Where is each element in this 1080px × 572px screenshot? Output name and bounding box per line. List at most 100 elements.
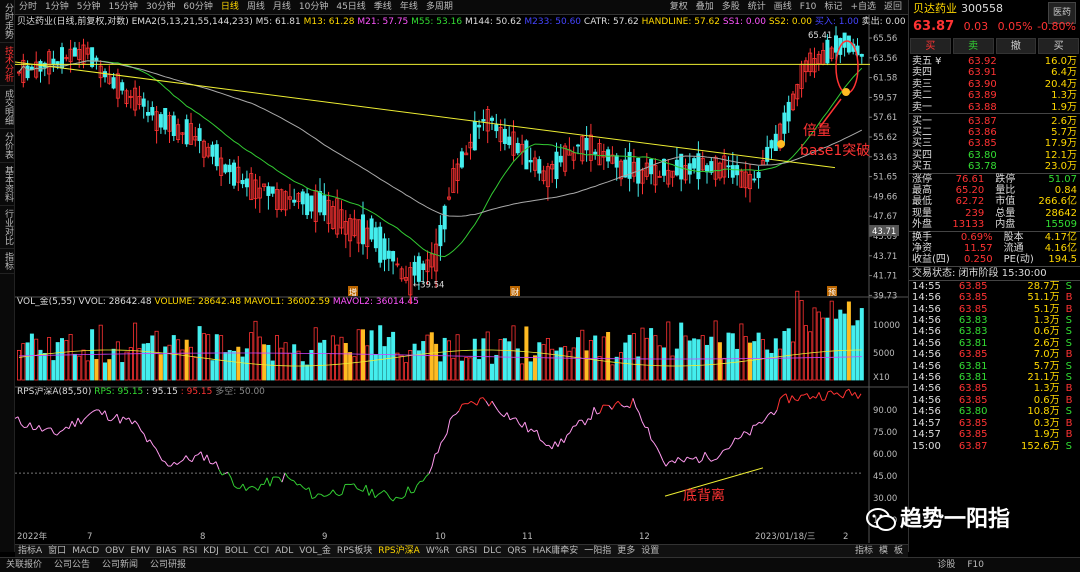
tick-time: 14:56 xyxy=(912,406,941,418)
status-link-2[interactable]: 公司新闻 xyxy=(96,558,144,572)
period-tab-3[interactable]: 15分钟 xyxy=(104,0,141,14)
indicator-tab-14[interactable]: W%R xyxy=(423,545,453,557)
indicator-tab-19[interactable]: 一阳指 xyxy=(581,545,614,557)
indicator-tab-5[interactable]: BIAS xyxy=(153,545,180,557)
tool-button-8[interactable]: 返回 xyxy=(880,0,906,14)
period-tab-10[interactable]: 45日线 xyxy=(332,0,369,14)
status-right-1[interactable]: F10 xyxy=(961,558,990,572)
left-tab-6[interactable]: 指标 xyxy=(0,249,15,274)
bid-row[interactable]: 买二 63.86 5.7万 xyxy=(909,127,1080,138)
rps-segment xyxy=(608,405,613,410)
rps-segment xyxy=(362,484,367,492)
rps-segment xyxy=(179,459,184,463)
tool-button-5[interactable]: F10 xyxy=(796,0,821,14)
bottom-tool-2[interactable]: 板 xyxy=(891,545,906,557)
left-tab-1[interactable]: 技术分析 xyxy=(0,43,15,86)
indicator-tab-18[interactable]: HAK庸牵安 xyxy=(529,545,581,557)
left-tab-2[interactable]: 成交明细 xyxy=(0,86,15,129)
status-link-3[interactable]: 公司研报 xyxy=(144,558,192,572)
ask-row[interactable]: 卖三 63.90 20.4万 xyxy=(909,79,1080,90)
indicator-tab-8[interactable]: BOLL xyxy=(222,545,251,557)
rps-segment xyxy=(563,434,568,443)
ask-row[interactable]: 卖二 63.89 1.3万 xyxy=(909,90,1080,101)
period-tab-8[interactable]: 月线 xyxy=(269,0,295,14)
tool-button-0[interactable]: 复权 xyxy=(666,0,692,14)
indicator-tab-6[interactable]: RSI xyxy=(180,545,201,557)
indicator-tab-0[interactable]: 指标A xyxy=(15,545,45,557)
bid-row[interactable]: 买一 63.87 2.6万 xyxy=(909,116,1080,127)
indicator-tab-17[interactable]: QRS xyxy=(504,545,529,557)
period-tab-9[interactable]: 10分钟 xyxy=(295,0,332,14)
period-tab-0[interactable]: 分时 xyxy=(15,0,41,14)
status-link-0[interactable]: 关联报价 xyxy=(0,558,48,572)
period-tab-5[interactable]: 60分钟 xyxy=(179,0,216,14)
indicator-tab-4[interactable]: EMV xyxy=(127,545,153,557)
period-tab-2[interactable]: 5分钟 xyxy=(73,0,105,14)
period-tab-7[interactable]: 周线 xyxy=(243,0,269,14)
candle-body xyxy=(412,261,417,276)
cancel-button[interactable]: 撤 xyxy=(995,38,1037,54)
bottom-tool-1[interactable]: 模 xyxy=(876,545,891,557)
tick-row: 14:57 63.85 0.3万 B xyxy=(909,418,1080,429)
period-tab-4[interactable]: 30分钟 xyxy=(142,0,179,14)
period-tab-6[interactable]: 日线 xyxy=(217,0,243,14)
volume-bar xyxy=(477,359,482,381)
indicator-tab-1[interactable]: 窗口 xyxy=(45,545,69,557)
status-right-0[interactable]: 诊股 xyxy=(931,558,961,572)
ask-row[interactable]: 卖四 63.91 6.4万 xyxy=(909,67,1080,78)
candle-body xyxy=(51,58,56,65)
candle-body xyxy=(322,195,327,216)
tool-button-2[interactable]: 多股 xyxy=(718,0,744,14)
indicator-tab-7[interactable]: KDJ xyxy=(200,545,222,557)
period-tab-11[interactable]: 季线 xyxy=(370,0,396,14)
left-tab-3[interactable]: 分价表 xyxy=(0,129,15,163)
indicator-tab-20[interactable]: 更多 xyxy=(614,545,638,557)
ask-row[interactable]: 卖一 63.88 1.9万 xyxy=(909,102,1080,114)
quick-buy-button[interactable]: 买 xyxy=(1038,38,1079,54)
indicator-tab-16[interactable]: DLC xyxy=(480,545,504,557)
bid-row[interactable]: 买四 63.80 12.1万 xyxy=(909,150,1080,161)
indicator-tab-9[interactable]: CCI xyxy=(251,545,272,557)
ask-volume: 6.4万 xyxy=(1051,67,1077,79)
tool-button-1[interactable]: 叠加 xyxy=(692,0,718,14)
bid-label: 买三 xyxy=(912,138,932,150)
indicator-tab-13[interactable]: RPS沪深A xyxy=(375,545,423,557)
left-tab-4[interactable]: 基本资料 xyxy=(0,163,15,206)
tool-button-7[interactable]: +自选 xyxy=(846,0,880,14)
price-marker-label: 43.71 xyxy=(872,227,896,237)
volume-bar xyxy=(330,335,335,381)
ask-row[interactable]: 卖五 ¥ 63.92 16.0万 xyxy=(909,56,1080,67)
candle-body xyxy=(292,199,297,203)
period-tab-12[interactable]: 年线 xyxy=(396,0,422,14)
period-tab-13[interactable]: 多周期 xyxy=(422,0,457,14)
indicator-tab-2[interactable]: MACD xyxy=(69,545,102,557)
tool-button-6[interactable]: 标记 xyxy=(820,0,846,14)
indicator-tab-15[interactable]: GRSI xyxy=(453,545,481,557)
indicator-tab-3[interactable]: OBV xyxy=(102,545,127,557)
period-tab-1[interactable]: 1分钟 xyxy=(41,0,73,14)
price-tick-label: 59.57 xyxy=(873,93,897,103)
buy-button[interactable]: 买 xyxy=(910,38,951,54)
indicator-tab-21[interactable]: 设置 xyxy=(638,545,662,557)
rps-segment xyxy=(830,390,835,395)
bid-row[interactable]: 买三 63.85 17.9万 xyxy=(909,138,1080,149)
tool-button-3[interactable]: 统计 xyxy=(744,0,770,14)
rps-segment xyxy=(509,417,514,421)
sell-button[interactable]: 卖 xyxy=(952,38,994,54)
status-link-1[interactable]: 公司公告 xyxy=(48,558,96,572)
volume-bar xyxy=(214,334,219,381)
indicator-tab-10[interactable]: ADL xyxy=(272,545,296,557)
stat-row: 最高 65.20 量比 0.84 xyxy=(909,185,1080,196)
indicator-tab-12[interactable]: RPS板块 xyxy=(334,545,375,557)
volume-bar xyxy=(730,333,735,381)
bottom-tool-0[interactable]: 指标 xyxy=(852,545,876,557)
tool-button-4[interactable]: 画线 xyxy=(770,0,796,14)
left-tab-5[interactable]: 行业对比 xyxy=(0,206,15,249)
indicator-tab-11[interactable]: VOL_金 xyxy=(296,545,334,557)
bid-row[interactable]: 买五 63.78 23.0万 xyxy=(909,161,1080,172)
volume-bar xyxy=(103,362,108,381)
left-tab-0[interactable]: 分时走势 xyxy=(0,0,15,43)
stock-chart[interactable]: 65.56 63.56 61.58 59.57 57.61 55.62 53.63 51.65… xyxy=(15,15,908,545)
bid-volume: 17.9万 xyxy=(1044,138,1077,150)
x-tick-label: 11 xyxy=(522,532,533,542)
